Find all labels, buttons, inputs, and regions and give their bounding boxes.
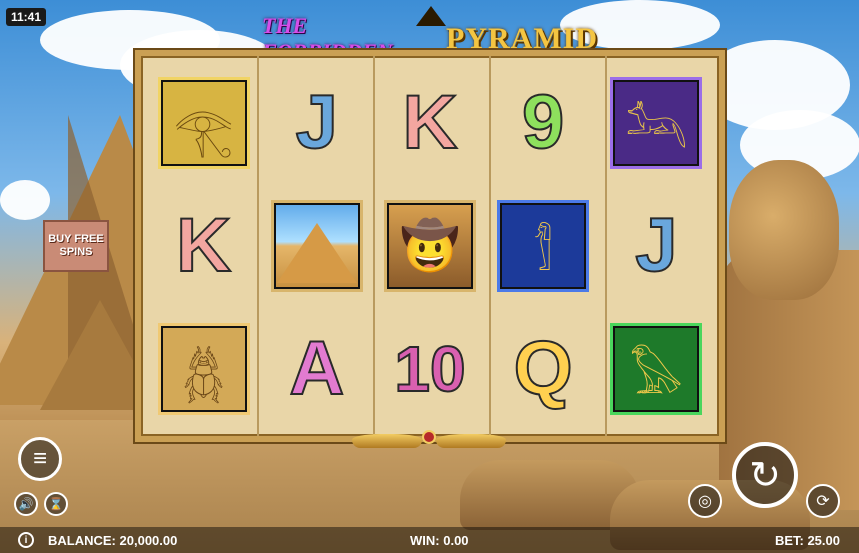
symbol-eye: 𓂀 <box>147 62 260 185</box>
horus-bird-icon: 𓅃 <box>610 322 703 415</box>
symbol-explorer: 🤠 <box>373 185 486 308</box>
explorer-icon: 🤠 <box>383 199 476 292</box>
symbol-10: 10 <box>393 332 466 405</box>
symbol-pharaoh: 𓀾 <box>487 185 600 308</box>
info-icon[interactable]: i <box>18 532 34 548</box>
symbol-a: A <box>288 325 345 411</box>
winged-gem-ornament <box>352 428 506 454</box>
symbol-k: K <box>175 202 232 288</box>
buy-free-spins-button[interactable]: BUY FREE SPINS <box>43 220 109 272</box>
symbol-anubis: 𓃢 <box>600 62 713 185</box>
reel-grid: 𓂀 J K 9 𓃢 K 🤠 𓀾 J 𓆣 A 10 Q 𓅃 <box>147 62 713 430</box>
symbol-bird: 𓅃 <box>600 307 713 430</box>
symbol-k: K <box>402 80 459 166</box>
eye-of-horus-icon: 𓂀 <box>157 77 250 170</box>
anubis-icon: 𓃢 <box>610 77 703 170</box>
pharaoh-mask-icon: 𓀾 <box>497 199 590 292</box>
footer-bar: i BALANCE: 20,000.00 WIN: 0.00 BET: 25.0… <box>0 527 859 553</box>
symbol-j: J <box>634 202 678 288</box>
status-clock: 11:41 <box>6 8 47 26</box>
win: WIN: 0.00 <box>410 533 469 548</box>
symbol-q: Q <box>513 325 574 411</box>
symbol-j: J <box>295 80 339 166</box>
reel-frame: 𓂀 J K 9 𓃢 K 🤠 𓀾 J 𓆣 A 10 Q 𓅃 <box>135 50 725 442</box>
speaker-icon[interactable]: 🔊 <box>14 492 38 516</box>
bet: BET: 25.00 <box>774 533 840 548</box>
symbol-9: 9 <box>521 80 565 166</box>
balance: BALANCE: 20,000.00 <box>48 533 178 548</box>
sphinx-head <box>729 160 839 300</box>
symbol-scarab: 𓆣 <box>147 307 260 430</box>
autoplay-icon[interactable]: ⟳ <box>806 484 840 518</box>
scarab-icon: 𓆣 <box>157 322 250 415</box>
hourglass-off-icon[interactable]: ⌛ <box>44 492 68 516</box>
coin-stack-icon[interactable]: ◎ <box>688 484 722 518</box>
menu-icon[interactable]: ≡ <box>18 437 62 481</box>
spin-icon[interactable]: ↻ <box>732 442 798 508</box>
pyramid-icon <box>270 199 363 292</box>
symbol-pyramid <box>260 185 373 308</box>
